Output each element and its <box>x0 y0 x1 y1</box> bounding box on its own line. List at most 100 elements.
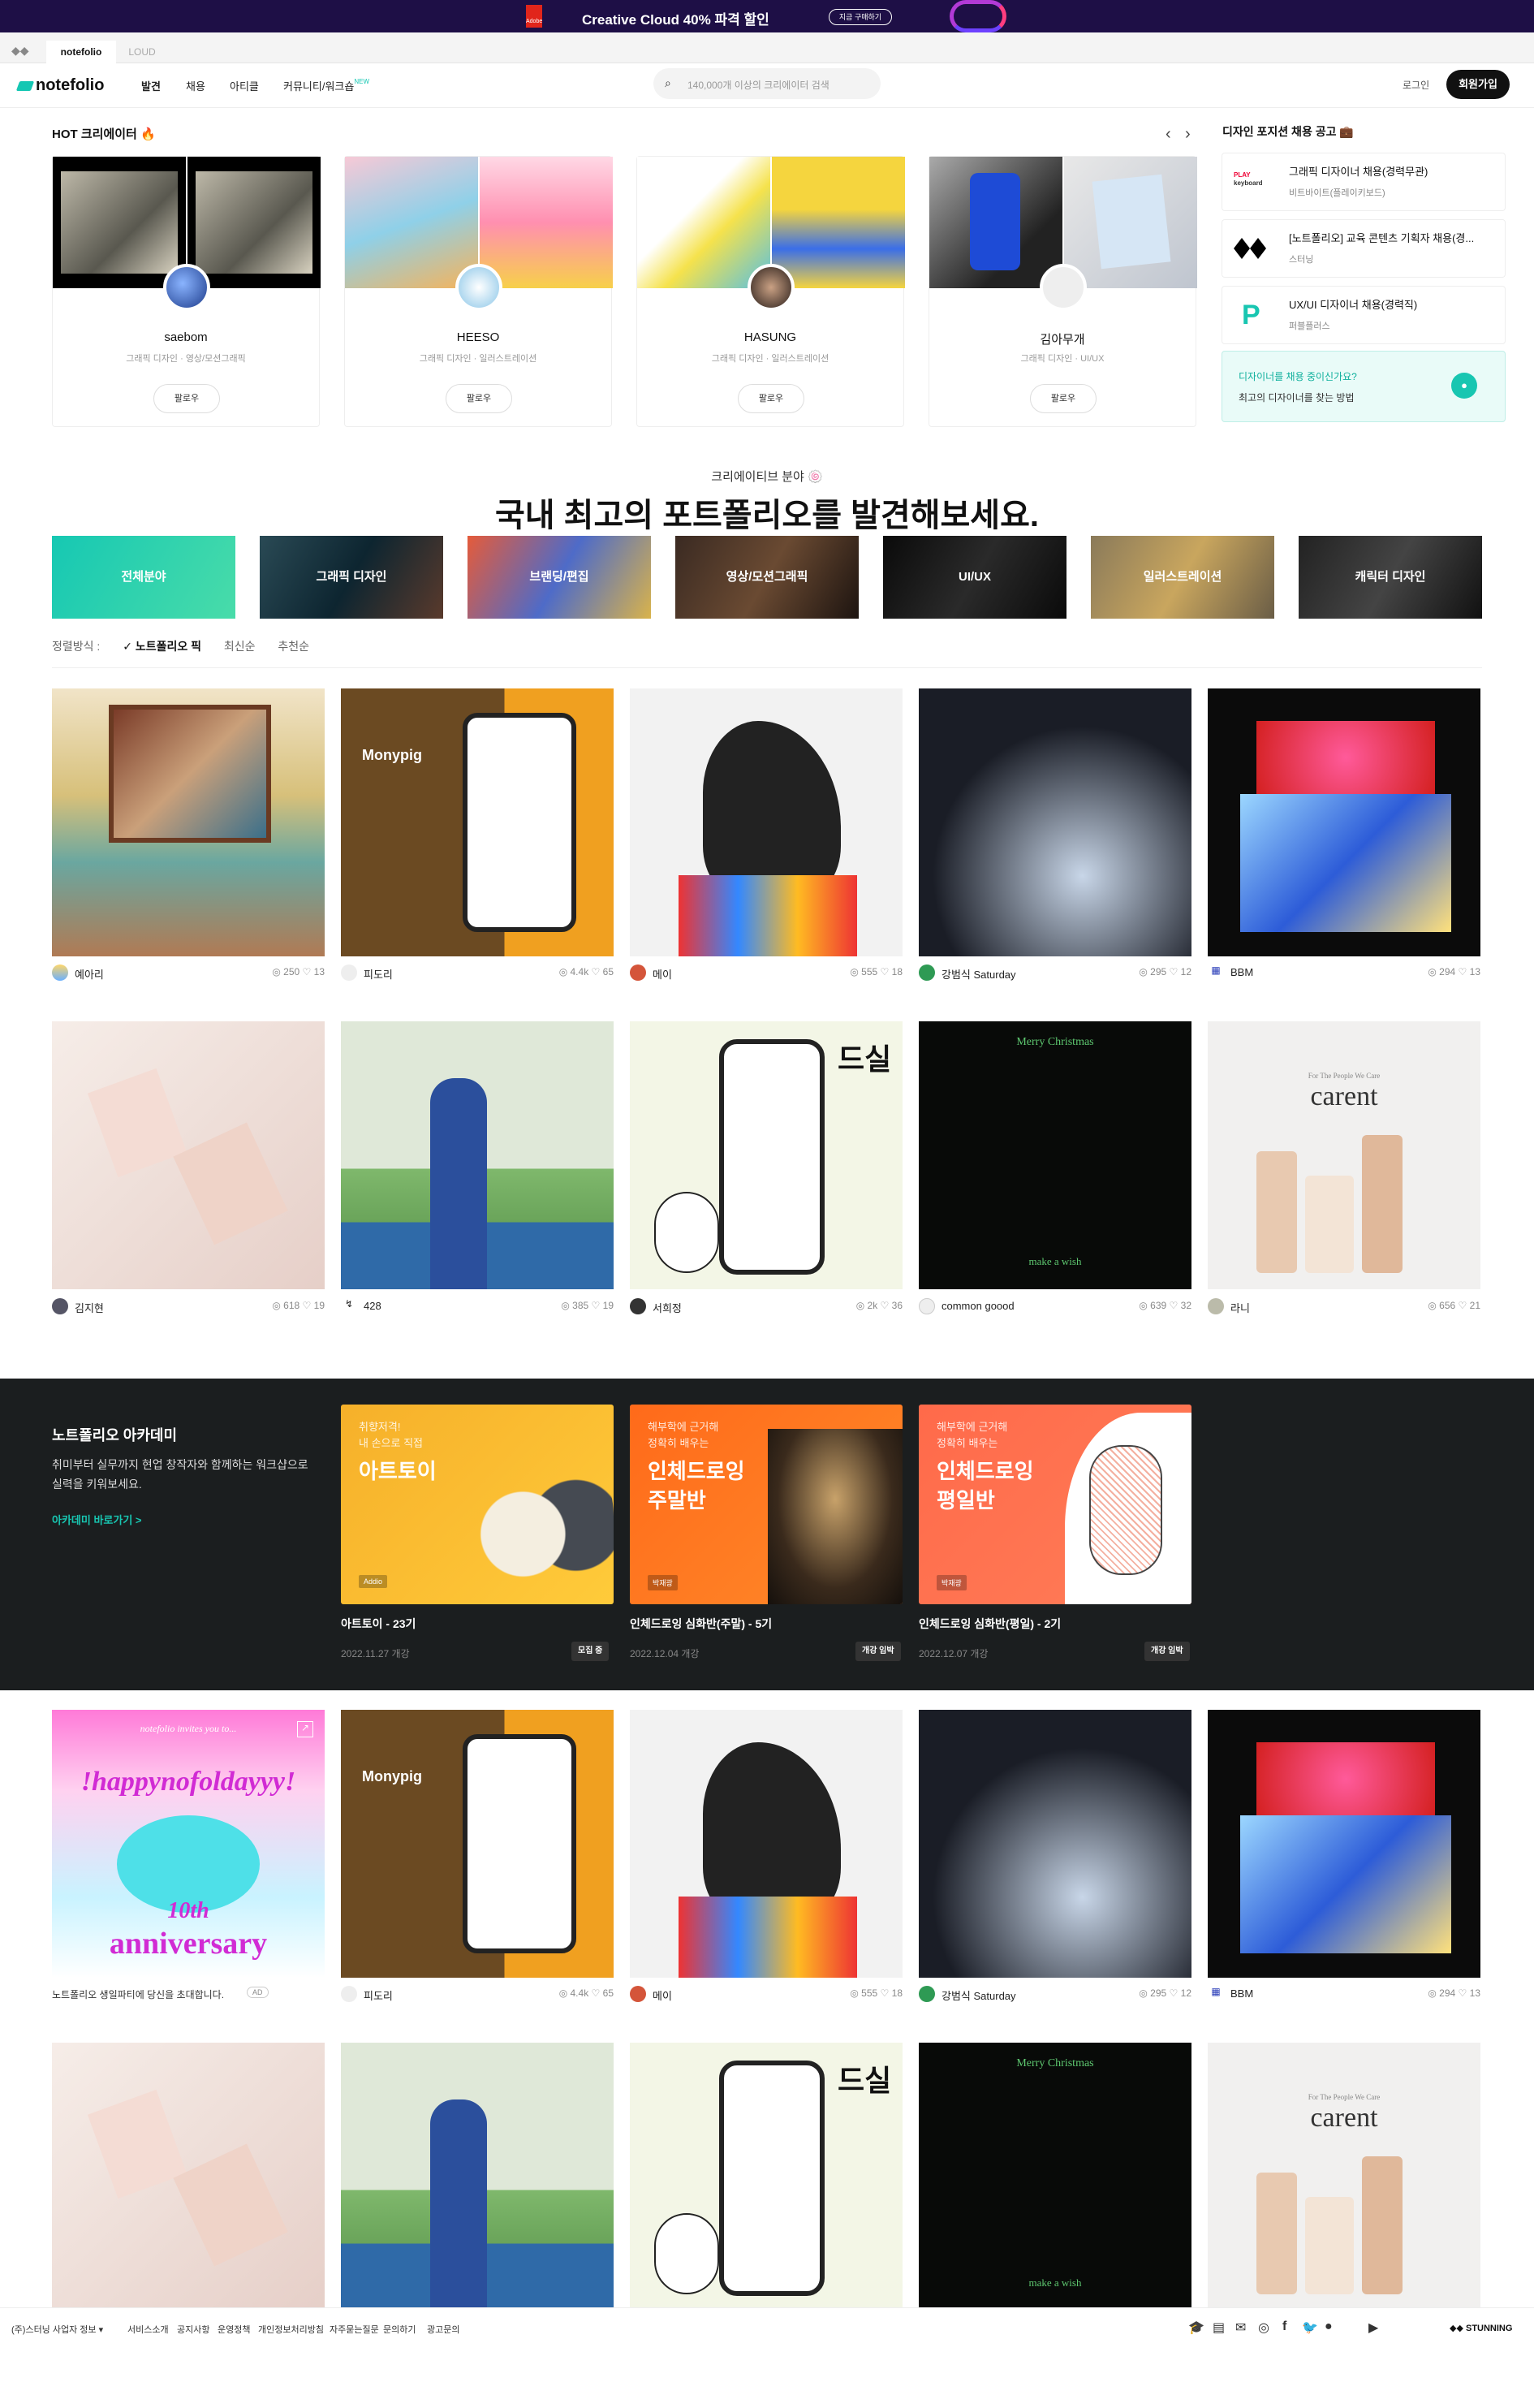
author-name[interactable]: BBM <box>1230 1987 1253 2000</box>
work-thumbnail[interactable]: 드실 <box>630 1021 903 1289</box>
medium-icon[interactable]: ● <box>1325 2320 1333 2334</box>
sort-option-pick[interactable]: ✓ 노트폴리오 픽 <box>123 640 201 653</box>
play-store-icon[interactable]: ▶ <box>1368 2320 1378 2336</box>
author-name[interactable]: 강범식 Saturday <box>942 1987 1016 2003</box>
category-branding[interactable]: 브랜딩/편집 <box>468 536 651 619</box>
fields-headline: 국내 최고의 포트폴리오를 발견해보세요. <box>494 498 1040 533</box>
course-title[interactable]: 인체드로잉 심화반(평일) - 2기 <box>919 1616 1061 1632</box>
signup-button[interactable]: 회원가입 <box>1446 70 1510 99</box>
facebook-icon[interactable]: f <box>1282 2320 1286 2334</box>
work-thumbnail[interactable] <box>52 688 325 956</box>
follow-button[interactable]: 팔로우 <box>1030 384 1097 413</box>
category-graphic[interactable]: 그래픽 디자인 <box>260 536 443 619</box>
footer-link[interactable]: 운영정책 <box>218 2323 250 2336</box>
author-name[interactable]: 428 <box>364 1300 381 1312</box>
work-thumbnail[interactable] <box>52 1021 325 1289</box>
author-name[interactable]: common goood <box>942 1300 1015 1312</box>
work-thumbnail[interactable] <box>341 1021 614 1289</box>
hiring-cta[interactable]: 디자이너를 채용 중이신가요? 최고의 디자이너를 찾는 방법 ● <box>1222 351 1506 422</box>
author-name[interactable]: 라니 <box>1230 1300 1250 1315</box>
follow-button[interactable]: 팔로우 <box>738 384 804 413</box>
work-thumbnail[interactable]: For The People We Care carent <box>1208 1021 1480 1289</box>
mail-icon[interactable]: ✉ <box>1235 2320 1246 2336</box>
twitter-icon[interactable]: 🐦 <box>1302 2320 1318 2336</box>
category-motion[interactable]: 영상/모션그래픽 <box>675 536 859 619</box>
course-tag: 박재광 <box>648 1575 678 1590</box>
work-thumbnail[interactable] <box>341 2043 614 2311</box>
author-name[interactable]: 피도리 <box>364 1987 393 2003</box>
work-thumbnail[interactable]: 드실 <box>630 2043 903 2311</box>
follow-button[interactable]: 팔로우 <box>153 384 220 413</box>
tab-loud[interactable]: LOUD <box>122 41 162 63</box>
job-company: 스터닝 <box>1289 255 1314 265</box>
course-title[interactable]: 아트토이 - 23기 <box>341 1616 416 1632</box>
footer-link[interactable]: 개인정보처리방침 <box>258 2323 324 2336</box>
tab-notefolio[interactable]: notefolio <box>46 41 116 63</box>
sort-option-recommended[interactable]: 추천순 <box>278 640 309 653</box>
instagram-icon[interactable]: ◎ <box>1258 2320 1269 2336</box>
login-link[interactable]: 로그인 <box>1403 78 1429 92</box>
ad-caption[interactable]: 노트폴리오 생일파티에 당신을 초대합니다. <box>52 1987 224 2001</box>
work-thumbnail[interactable] <box>919 1710 1191 1978</box>
footer-link[interactable]: 자주묻는질문 <box>330 2323 379 2336</box>
follow-button[interactable]: 팔로우 <box>446 384 512 413</box>
category-all[interactable]: 전체분야 <box>52 536 235 619</box>
footer-company-info[interactable]: (주)스터닝 사업자 정보 ▾ <box>11 2323 103 2336</box>
blog-icon[interactable]: ▤ <box>1213 2320 1225 2336</box>
author-name[interactable]: 김지현 <box>75 1300 104 1315</box>
course-card[interactable]: 해부학에 근거해 정확히 배우는 인체드로잉 주말반 박재광 <box>630 1405 903 1604</box>
category-illustration[interactable]: 일러스트레이션 <box>1091 536 1274 619</box>
ad-thumbnail[interactable]: ↗ notefolio invites you to... !happynofo… <box>52 1710 325 1978</box>
nav-jobs[interactable]: 채용 <box>186 78 205 93</box>
footer-link[interactable]: 서비스소개 <box>127 2323 169 2336</box>
course-card[interactable]: 해부학에 근거해 정확히 배우는 인체드로잉 평일반 박재광 <box>919 1405 1191 1604</box>
creator-card[interactable]: HEESO 그래픽 디자인 · 일러스트레이션 팔로우 <box>344 156 613 427</box>
next-arrow-icon[interactable]: › <box>1185 125 1191 144</box>
academy-link[interactable]: 아카데미 바로가기 > <box>52 1512 142 1527</box>
search-input[interactable]: 140,000개 이상의 크리에이터 검색 <box>687 78 829 92</box>
work-thumbnail[interactable]: Merry Christmas make a wish <box>919 2043 1191 2311</box>
work-thumbnail[interactable] <box>1208 1710 1480 1978</box>
search-bar[interactable]: ⌕ 140,000개 이상의 크리에이터 검색 <box>653 68 881 99</box>
work-thumbnail[interactable]: Monypig <box>341 1710 614 1978</box>
author-name[interactable]: 서희정 <box>653 1300 682 1315</box>
creator-card[interactable]: HASUNG 그래픽 디자인 · 일러스트레이션 팔로우 <box>636 156 905 427</box>
course-title[interactable]: 인체드로잉 심화반(주말) - 5기 <box>630 1616 772 1632</box>
author-name[interactable]: 메이 <box>653 966 672 982</box>
job-post[interactable]: P UX/UI 디자이너 채용(경력직) 퍼블플러스 <box>1222 286 1506 344</box>
prev-arrow-icon[interactable]: ‹ <box>1166 125 1171 144</box>
author-name[interactable]: 예아리 <box>75 966 104 982</box>
course-card[interactable]: 취향저격! 내 손으로 직접 아트토이 Addio <box>341 1405 614 1604</box>
footer-link[interactable]: 문의하기 <box>383 2323 416 2336</box>
work-thumbnail[interactable] <box>1208 688 1480 956</box>
author-name[interactable]: 피도리 <box>364 966 393 982</box>
job-post[interactable]: [노트폴리오] 교육 콘텐츠 기획자 채용(경... 스터닝 <box>1222 219 1506 278</box>
sort-option-latest[interactable]: 최신순 <box>224 640 256 653</box>
category-uiux[interactable]: UI/UX <box>883 536 1066 619</box>
nav-articles[interactable]: 아티클 <box>230 78 259 93</box>
promo-banner[interactable]: Adobe Creative Cloud 40% 파격 할인 지금 구매하기 <box>0 0 1534 32</box>
creator-card[interactable]: saebom 그래픽 디자인 · 영상/모션그래픽 팔로우 <box>52 156 321 427</box>
work-thumbnail[interactable]: Merry Christmas make a wish <box>919 1021 1191 1289</box>
nav-community[interactable]: 커뮤니티/워크숍NEW <box>283 78 369 93</box>
stunning-logo[interactable]: ◆◆ STUNNING <box>1450 2323 1512 2333</box>
academy-icon[interactable]: 🎓 <box>1188 2320 1204 2336</box>
creator-card[interactable]: 김아무개 그래픽 디자인 · UI/UX 팔로우 <box>929 156 1197 427</box>
footer-link[interactable]: 광고문의 <box>427 2323 459 2336</box>
notefolio-logo[interactable]: notefolio <box>15 76 104 95</box>
work-thumbnail[interactable] <box>52 2043 325 2311</box>
footer-link[interactable]: 공지사항 <box>177 2323 209 2336</box>
author-name[interactable]: 강범식 Saturday <box>942 966 1016 982</box>
work-thumbnail[interactable]: For The People We Care carent <box>1208 2043 1480 2311</box>
author-name[interactable]: BBM <box>1230 966 1253 978</box>
work-thumbnail[interactable] <box>630 1710 903 1978</box>
work-thumbnail[interactable]: Monypig <box>341 688 614 956</box>
author-name[interactable]: 메이 <box>653 1987 672 2003</box>
switch-icon[interactable]: ◆◆ <box>11 44 29 58</box>
nav-discover[interactable]: 발견 <box>141 78 161 93</box>
work-thumbnail[interactable] <box>919 688 1191 956</box>
job-post[interactable]: PLAY keyboard 그래픽 디자이너 채용(경력무관) 비트바이트(플레이… <box>1222 153 1506 211</box>
work-thumbnail[interactable] <box>630 688 903 956</box>
category-character[interactable]: 캐릭터 디자인 <box>1299 536 1482 619</box>
promo-buy-button[interactable]: 지금 구매하기 <box>829 9 892 25</box>
